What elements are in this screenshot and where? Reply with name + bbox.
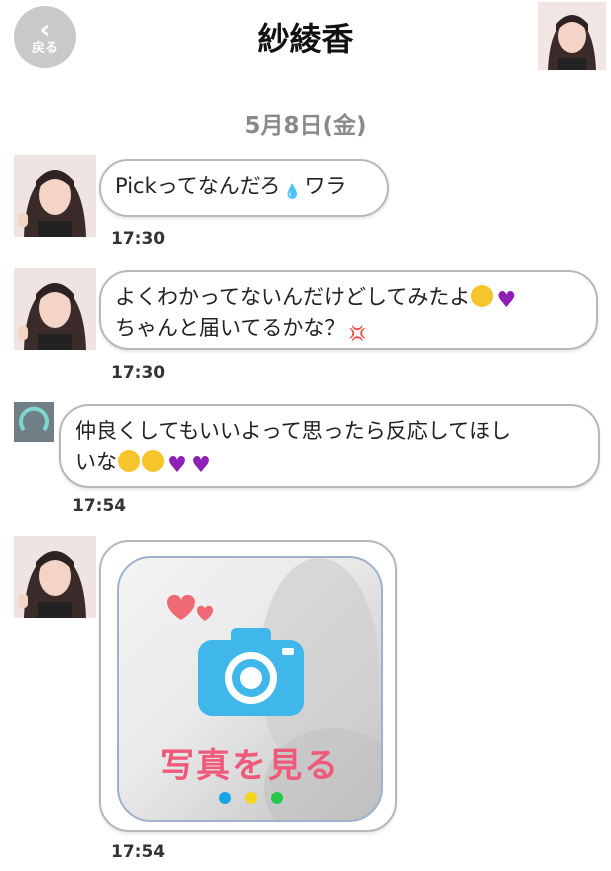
date-separator: 5月8日(金) [244,113,367,139]
my-avatar[interactable] [14,402,54,442]
grinning-face-icon [471,285,494,307]
sweat-emoji-icon: 💢 [348,326,367,342]
photo-message-card[interactable]: 写真を見る [99,540,397,832]
heart-icon [197,605,213,621]
heart-icon [167,594,195,620]
camera-icon [198,628,304,716]
blurred-photo[interactable]: 写真を見る [117,556,383,822]
message-bubble: よくわかってないんだけどしてみたよ ♥ ちゃんと届いてるかな？ 💢 [99,270,598,350]
message-bubble: 仲良くしてもいいよって思ったら反応してほし いな ♥ ♥ [59,404,600,488]
heart-icon: ♥ [167,453,187,478]
heart-icon: ♥ [496,288,517,313]
sender-avatar[interactable] [14,536,96,618]
view-photo-label: 写真を見る [160,746,340,786]
sender-avatar[interactable] [14,268,96,350]
header-bar: ‹ 戻る 紗綾香 [0,0,611,75]
sweat-emoji-icon: 💧 [283,184,302,200]
message-time: 17:54 [72,496,127,516]
message-text-suffix: ワラ [304,174,347,198]
smiling-face-icon [118,450,140,472]
heart-icon: ♥ [191,453,211,478]
message-text-line2: いな [75,450,117,474]
message-time: 17:30 [111,363,166,383]
message-text-line2: ちゃんと届いてるかな？ [115,316,346,340]
message-text: Pickってなんだろ [115,174,281,198]
message-text-line1: 仲良くしてもいいよって思ったら反応してほし [75,419,512,443]
message-text-line1: よくわかってないんだけどしてみたよ [115,285,471,309]
sender-avatar[interactable] [14,155,96,237]
message-time: 17:30 [111,229,166,249]
page-title: 紗綾香 [257,20,354,58]
indicator-dot [245,792,257,804]
message-time: 17:54 [111,842,166,862]
header-avatar[interactable] [538,2,606,70]
message-bubble: Pickってなんだろ 💧 ワラ [99,159,389,217]
smiling-face-icon [142,450,164,472]
indicator-dot [219,792,231,804]
indicator-dot [271,792,283,804]
